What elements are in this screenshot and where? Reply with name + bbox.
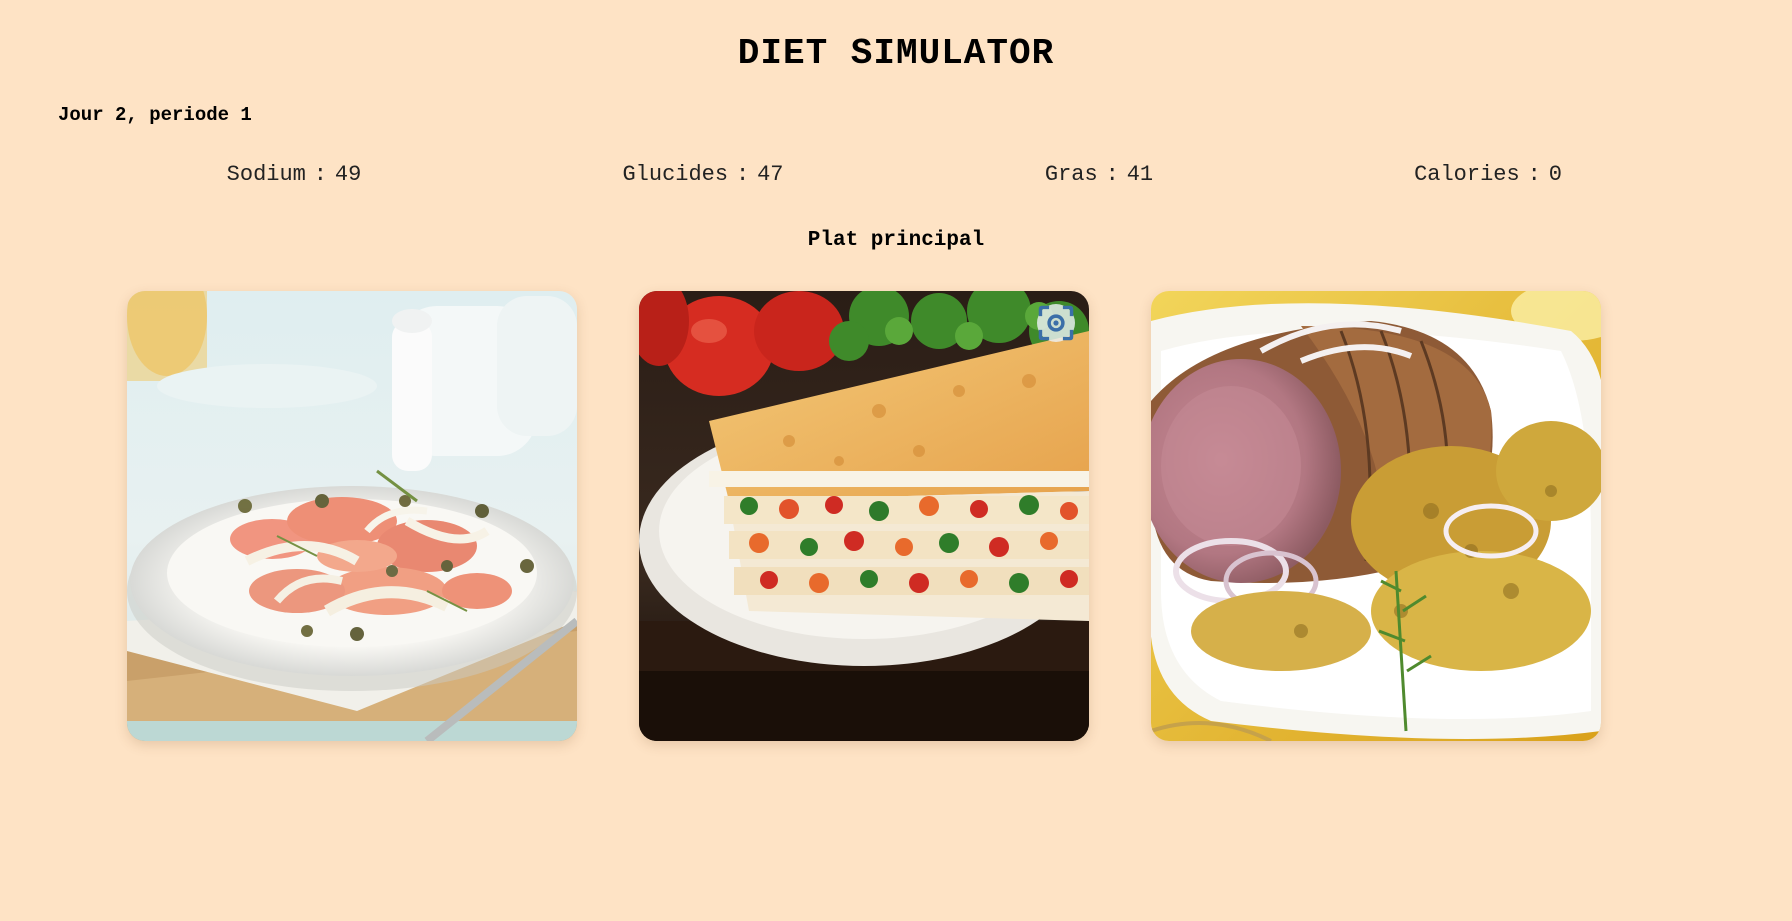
lens-icon-glyph — [1038, 305, 1074, 341]
day-period-label: Jour 2, periode 1 — [58, 104, 252, 126]
stat-gras-separator: : — [1105, 162, 1119, 187]
meal-image-roast-pork — [1151, 291, 1601, 741]
stat-calories-label: Calories — [1414, 162, 1520, 187]
stat-sodium-value: 49 — [334, 162, 362, 187]
stat-gras: Gras:41 — [919, 160, 1279, 190]
stat-sodium-label: Sodium — [226, 162, 306, 187]
stat-gras-label: Gras — [1044, 162, 1098, 187]
stat-glucides: Glucides:47 — [523, 160, 883, 190]
stat-calories-value: 0 — [1548, 162, 1562, 187]
nutrition-stats: Sodium:49 Glucides:47 Gras:41 Calories:0 — [0, 160, 1792, 190]
stat-glucides-value: 47 — [757, 162, 784, 187]
stat-glucides-label: Glucides — [622, 162, 729, 187]
stat-calories: Calories:0 — [1308, 160, 1668, 190]
image-search-lens-icon[interactable] — [1037, 304, 1075, 342]
meal-image-lasagna — [639, 291, 1089, 741]
meal-image-salmon-salad — [127, 291, 577, 741]
stat-sodium: Sodium:49 — [114, 160, 474, 190]
meal-option-roast-pork[interactable] — [1151, 291, 1601, 741]
stat-calories-separator: : — [1527, 162, 1541, 187]
page-title: DIET SIMULATOR — [737, 33, 1055, 74]
meal-option-lasagna[interactable] — [639, 291, 1089, 741]
meal-option-salmon-salad[interactable] — [127, 291, 577, 741]
stat-gras-value: 41 — [1126, 162, 1154, 187]
stat-glucides-separator: : — [736, 162, 750, 187]
stat-sodium-separator: : — [313, 162, 327, 187]
course-label: Plat principal — [807, 229, 985, 252]
